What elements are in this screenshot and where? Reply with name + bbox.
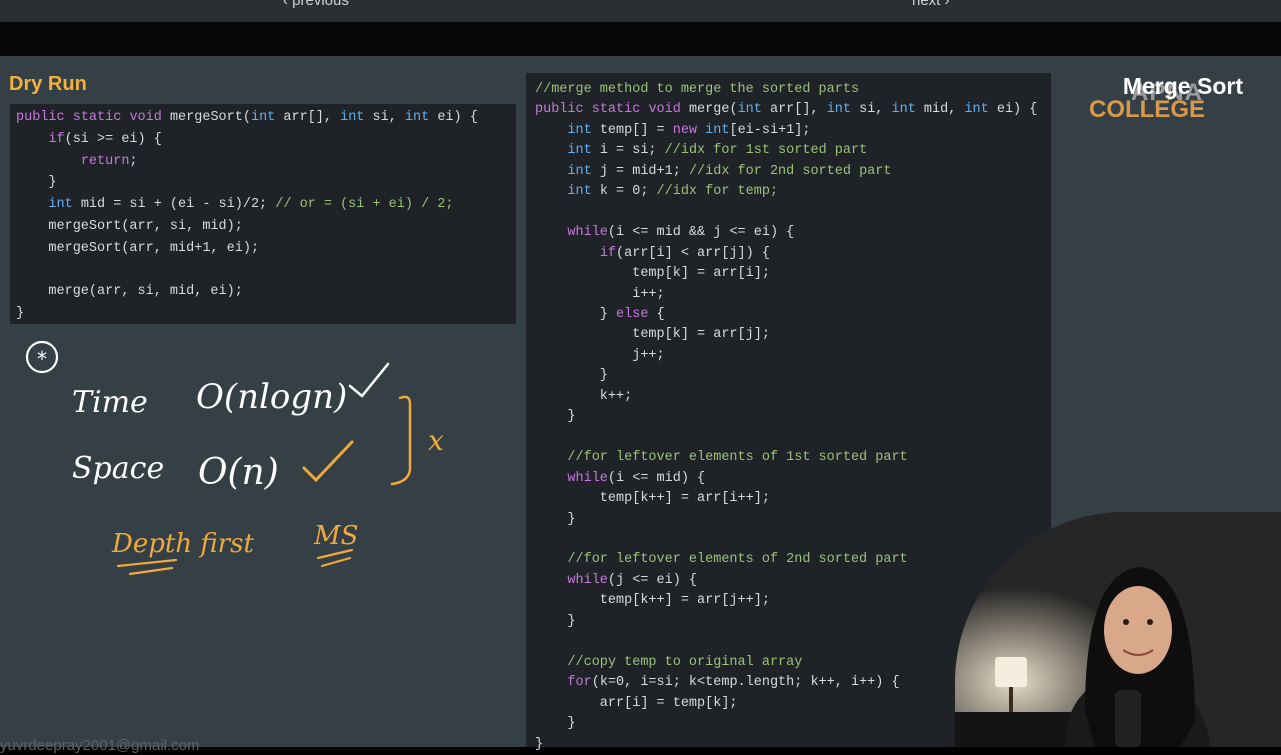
space-label: Space bbox=[72, 451, 164, 486]
ms-note: MS bbox=[313, 521, 358, 551]
svg-text:*: * bbox=[37, 347, 47, 371]
ms-underline-icon bbox=[316, 548, 354, 568]
bracket-mark: x bbox=[428, 424, 444, 457]
underline-icon bbox=[116, 558, 178, 576]
bracket-icon bbox=[390, 395, 412, 486]
microphone-icon bbox=[1115, 690, 1141, 747]
star-marker: * bbox=[25, 340, 59, 374]
time-check-icon bbox=[348, 362, 390, 398]
lamp-icon bbox=[995, 657, 1027, 687]
presenter-face bbox=[1104, 586, 1172, 674]
space-check-icon bbox=[302, 440, 354, 483]
space-complexity: O(n) bbox=[198, 452, 279, 493]
depth-first-note: Depth first bbox=[111, 529, 254, 559]
branding: APNA Merge Sort COLLEGE bbox=[1089, 73, 1243, 124]
time-complexity: O(nlogn) bbox=[196, 377, 347, 417]
topic-title: Merge Sort bbox=[1122, 73, 1243, 99]
email-watermark: yuvrdeepray2001@gmail.com bbox=[0, 737, 200, 754]
time-label: Time bbox=[72, 385, 148, 420]
